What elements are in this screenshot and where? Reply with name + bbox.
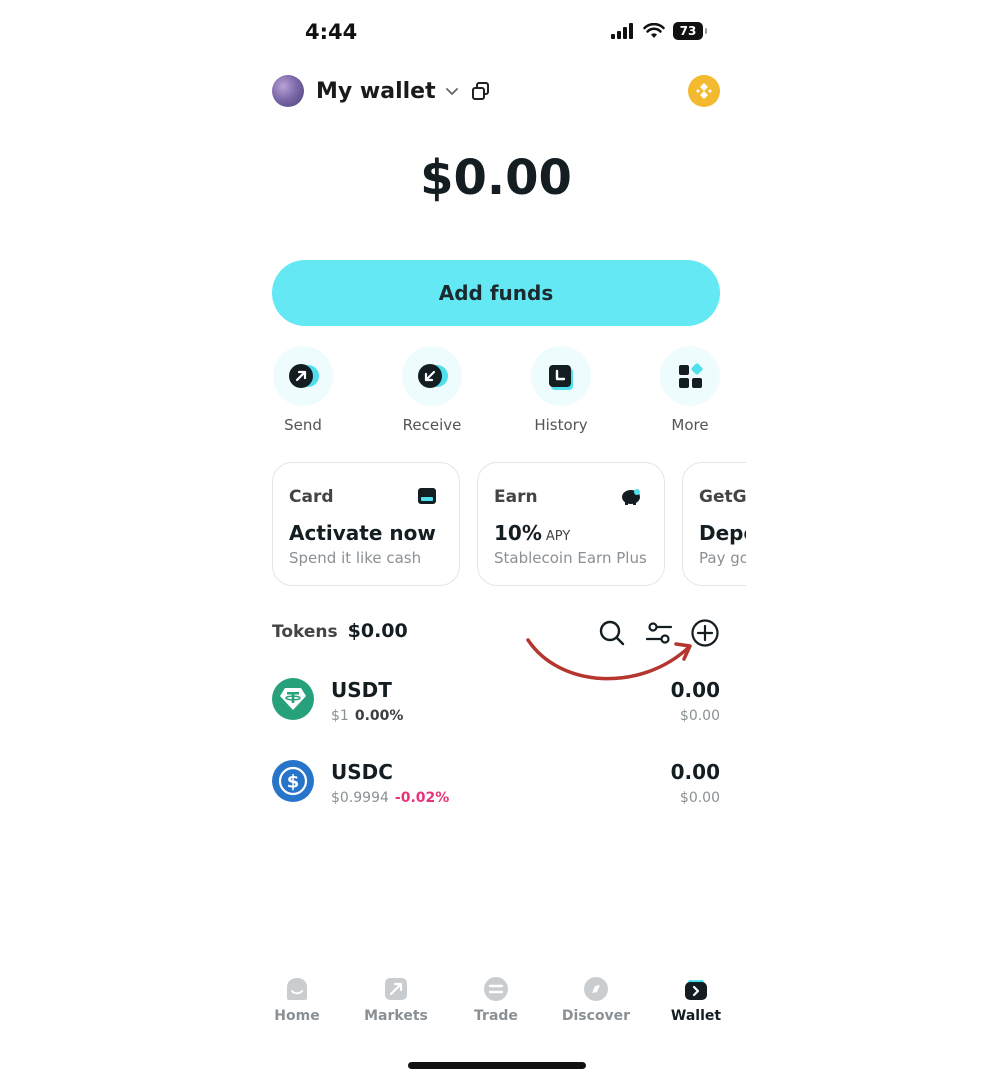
- tokens-total: $0.00: [347, 620, 408, 642]
- more-icon: [660, 346, 720, 406]
- card-main-text: Depo: [699, 521, 746, 545]
- apy-value: 10%: [494, 521, 542, 545]
- battery-icon: 73: [673, 22, 707, 40]
- chevron-down-icon: [445, 88, 458, 95]
- home-indicator[interactable]: [408, 1062, 586, 1069]
- bnb-chain-icon[interactable]: [688, 75, 720, 107]
- history-button[interactable]: History: [521, 346, 601, 434]
- send-button[interactable]: Send: [263, 346, 343, 434]
- card-main-text: 10% APY: [494, 521, 648, 545]
- wifi-icon: [643, 23, 665, 38]
- usdc-icon: $: [272, 760, 314, 802]
- total-balance: $0.00: [420, 150, 572, 206]
- nav-label: Discover: [561, 1008, 631, 1024]
- card-sub-text: Spend it like cash: [289, 549, 422, 567]
- nav-wallet[interactable]: Wallet: [651, 976, 741, 1024]
- card-main-text: Activate now: [289, 521, 436, 545]
- nav-trade[interactable]: Trade: [451, 976, 541, 1024]
- token-price-value: $1: [331, 708, 349, 724]
- wallet-icon: [683, 976, 709, 1002]
- nav-label: Wallet: [670, 1008, 722, 1024]
- apy-label: APY: [545, 529, 571, 544]
- token-symbol: USDC: [331, 760, 393, 784]
- card-promo-card[interactable]: Card Activate now Spend it like cash: [272, 462, 460, 586]
- nav-markets[interactable]: Markets: [351, 976, 441, 1024]
- send-label: Send: [284, 416, 322, 434]
- send-icon: [273, 346, 333, 406]
- card-icon: [418, 488, 436, 504]
- card-sub-text: Pay go: [699, 549, 746, 567]
- nav-home[interactable]: Home: [252, 976, 342, 1024]
- receive-icon: [402, 346, 462, 406]
- receive-label: Receive: [402, 416, 462, 434]
- token-value: $0.00: [679, 790, 720, 806]
- status-time: 4:44: [305, 20, 358, 44]
- token-row-usdc[interactable]: $ USDC $0.9994 -0.02% 0.00 $0.00: [272, 760, 720, 820]
- trade-icon: [483, 976, 509, 1002]
- token-price: $1 0.00%: [331, 708, 403, 724]
- token-amount: 0.00: [670, 760, 720, 784]
- avatar: [272, 75, 304, 107]
- receive-button[interactable]: Receive: [392, 346, 472, 434]
- add-funds-button[interactable]: Add funds: [272, 260, 720, 326]
- home-icon: [284, 976, 310, 1002]
- history-icon: [531, 346, 591, 406]
- token-amount: 0.00: [670, 678, 720, 702]
- card-sub-text: Stablecoin Earn Plus: [494, 549, 647, 567]
- wallet-name: My wallet: [316, 78, 436, 104]
- tokens-label: Tokens: [272, 622, 338, 642]
- copy-icon[interactable]: [470, 80, 492, 102]
- history-label: History: [534, 416, 588, 434]
- nav-discover[interactable]: Discover: [551, 976, 641, 1024]
- markets-icon: [383, 976, 409, 1002]
- bottom-nav: Home Markets Trade Discover Wallet: [250, 962, 750, 1034]
- battery-level: 73: [679, 24, 697, 38]
- token-change: -0.02%: [394, 790, 450, 806]
- token-symbol: USDT: [331, 678, 392, 702]
- svg-text:$: $: [287, 772, 300, 793]
- token-value: $0.00: [679, 708, 720, 724]
- nav-label: Home: [274, 1008, 320, 1024]
- bnb-logo-icon: [696, 83, 712, 99]
- getgo-promo-card[interactable]: GetG Depo Pay go: [682, 462, 746, 586]
- tokens-header: Tokens $0.00: [272, 620, 408, 642]
- token-price: $0.9994 -0.02%: [331, 790, 449, 806]
- nav-label: Trade: [474, 1008, 518, 1024]
- status-icons: 73: [611, 22, 707, 40]
- wallet-selector[interactable]: My wallet: [272, 75, 492, 107]
- piggy-bank-icon: [622, 489, 640, 505]
- earn-promo-card[interactable]: Earn 10% APY Stablecoin Earn Plus: [477, 462, 665, 586]
- nav-label: Markets: [364, 1008, 428, 1024]
- card-title: GetG: [699, 487, 746, 507]
- token-change: 0.00%: [354, 708, 404, 724]
- more-button[interactable]: More: [650, 346, 730, 434]
- more-label: More: [671, 416, 709, 434]
- usdt-icon: [272, 678, 314, 720]
- discover-icon: [583, 976, 609, 1002]
- cellular-signal-icon: [611, 23, 633, 39]
- card-clip: GetG Depo Pay go: [682, 462, 746, 586]
- token-price-value: $0.9994: [331, 790, 389, 806]
- token-row-usdt[interactable]: USDT $1 0.00% 0.00 $0.00: [272, 678, 720, 738]
